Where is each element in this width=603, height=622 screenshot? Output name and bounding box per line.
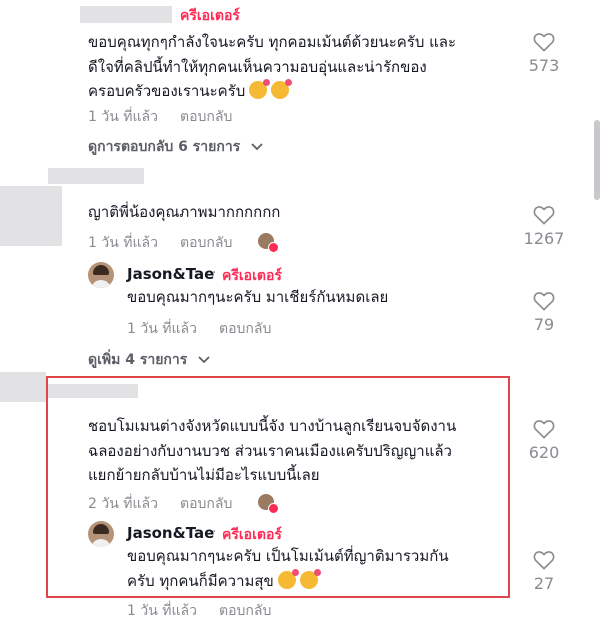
comment-3-avatar-redacted[interactable] (0, 372, 46, 402)
reply-2-creator-badge: ครีเอเตอร์ (222, 268, 282, 284)
comment-1-view-replies[interactable]: ดูการตอบกลับ 6 รายการ (88, 136, 263, 158)
comment-1-like-count: 573 (528, 56, 560, 75)
chevron-down-icon (198, 356, 210, 364)
comment-1-creator-badge: ครีเอเตอร์ (180, 8, 240, 24)
comment-3-like-count: 620 (528, 443, 560, 462)
comment-2-like-count: 1267 (523, 229, 565, 248)
comment-2-reply-button[interactable]: ตอบกลับ (180, 232, 232, 254)
reply-3-like-count: 27 (533, 574, 555, 593)
reply-3-reply-button[interactable]: ตอบกลับ (219, 600, 271, 622)
comment-1-author-name-redacted (80, 6, 172, 23)
heart-outline-icon[interactable] (533, 205, 555, 225)
comment-2-avatar-redacted[interactable] (0, 186, 62, 246)
comment-2-view-more[interactable]: ดูเพิ่ม 4 รายการ (88, 349, 210, 371)
heart-outline-icon[interactable] (533, 419, 555, 439)
chevron-down-icon (251, 143, 263, 151)
comment-1-reply-button[interactable]: ตอบกลับ (180, 106, 232, 128)
reply-2-text: ขอบคุณมากๆนะครับ มาเชียร์กันหมดเลย (127, 288, 389, 306)
comment-1-timestamp: 1 วัน ที่แล้ว (88, 109, 158, 125)
heart-outline-icon[interactable] (533, 291, 555, 311)
reply-2-reply-button[interactable]: ตอบกลับ (219, 318, 271, 340)
reply-2-author-name[interactable]: Jason&Tae (127, 265, 214, 283)
heart-outline-icon[interactable] (533, 550, 555, 570)
creator-liked-heart-badge (268, 242, 279, 253)
smiling-face-with-hearts-emoji (249, 79, 271, 99)
comment-2-text: ญาติพี่น้องคุณภาพมากกกกกก (88, 203, 281, 221)
comment-1-text: ขอบคุณทุกๆกำลังใจนะครับ ทุกคอมเม้นต์ด้วย… (88, 33, 457, 100)
heart-outline-icon[interactable] (533, 32, 555, 52)
comment-2-timestamp: 1 วัน ที่แล้ว (88, 235, 158, 251)
scrollbar-thumb[interactable] (594, 120, 600, 200)
reply-2-timestamp: 1 วัน ที่แล้ว (127, 321, 197, 337)
reply-3-timestamp: 1 วัน ที่แล้ว (127, 603, 197, 619)
smiling-face-with-hearts-emoji (271, 79, 293, 99)
reply-2-avatar[interactable] (88, 262, 114, 288)
reply-2-like-count: 79 (533, 315, 555, 334)
comment-2-author-name-redacted (48, 168, 144, 184)
reply-2-separator: · (212, 265, 217, 281)
highlight-annotation-box (46, 376, 510, 598)
